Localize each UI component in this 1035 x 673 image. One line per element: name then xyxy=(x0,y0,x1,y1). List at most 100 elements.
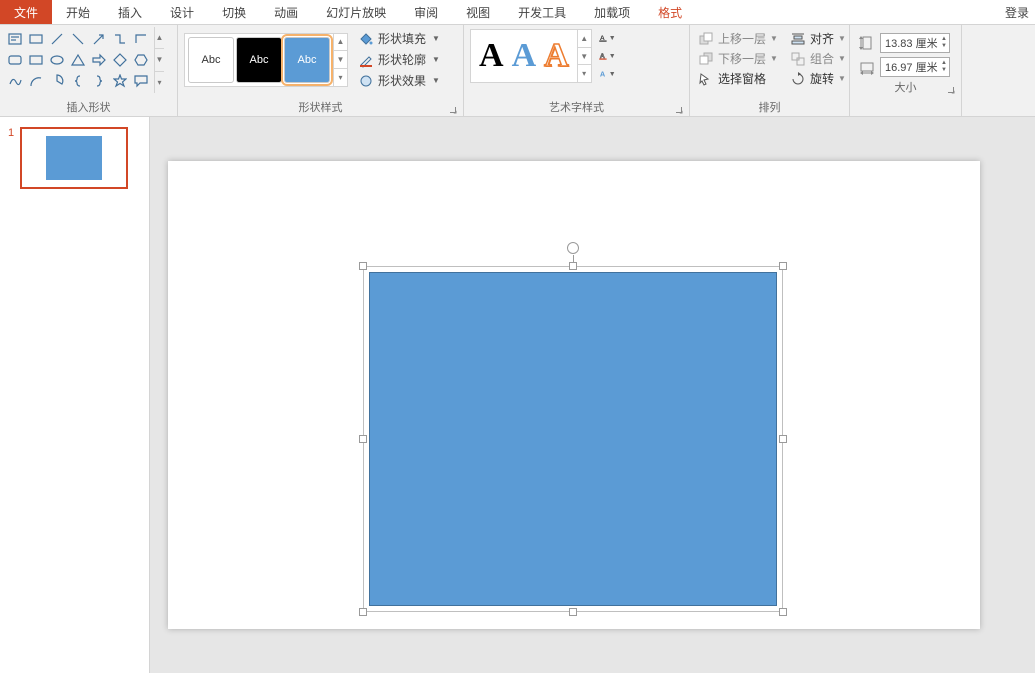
slide-thumbnail-1[interactable]: 1 xyxy=(8,127,141,189)
tab-home[interactable]: 开始 xyxy=(52,0,104,24)
shape-style-2[interactable]: Abc xyxy=(236,37,282,83)
scroll-more-icon[interactable]: ▾ xyxy=(155,72,164,93)
resize-handle-s[interactable] xyxy=(569,608,577,616)
group-wordart-styles: A A A ▲ ▼ ▾ A▼ A▼ A▼ 艺术字样式 xyxy=(464,25,690,116)
shape-height-input[interactable]: 13.83 厘米▲▼ xyxy=(880,33,950,53)
scroll-up-icon[interactable]: ▲ xyxy=(334,34,347,52)
shape-triangle-icon[interactable] xyxy=(68,50,88,70)
group-label-size: 大小 xyxy=(854,77,957,96)
scroll-more-icon[interactable]: ▾ xyxy=(578,65,591,82)
resize-handle-nw[interactable] xyxy=(359,262,367,270)
resize-handle-n[interactable] xyxy=(569,262,577,270)
wordart-style-3[interactable]: A xyxy=(544,37,569,75)
selection-pane-button[interactable]: 选择窗格 xyxy=(694,69,782,88)
slide[interactable] xyxy=(168,161,980,629)
shape-pie-icon[interactable] xyxy=(47,71,67,91)
width-icon xyxy=(858,58,876,76)
tab-slideshow[interactable]: 幻灯片放映 xyxy=(312,0,400,24)
thumb-shape-rect xyxy=(46,136,102,180)
shape-callout-icon[interactable] xyxy=(131,71,151,91)
shapes-gallery-scroll[interactable]: ▲ ▼ ▾ xyxy=(154,27,164,93)
shape-style-gallery[interactable]: Abc Abc Abc xyxy=(184,33,334,87)
shape-rect2-icon[interactable] xyxy=(26,50,46,70)
shape-arrowr-icon[interactable] xyxy=(89,50,109,70)
shape-diamond-icon[interactable] xyxy=(110,50,130,70)
slide-thumbnail-pane[interactable]: 1 xyxy=(0,117,150,673)
tab-transitions[interactable]: 切换 xyxy=(208,0,260,24)
tab-view[interactable]: 视图 xyxy=(452,0,504,24)
shape-line2-icon[interactable] xyxy=(68,29,88,49)
shape-hexagon-icon[interactable] xyxy=(131,50,151,70)
rotate-icon xyxy=(790,71,806,87)
resize-handle-sw[interactable] xyxy=(359,608,367,616)
dialog-launcher-icon[interactable] xyxy=(673,104,683,114)
scroll-more-icon[interactable]: ▾ xyxy=(334,69,347,86)
bring-forward-button[interactable]: 上移一层▼ xyxy=(694,29,782,48)
shape-style-1[interactable]: Abc xyxy=(188,37,234,83)
shape-fill-button[interactable]: 形状填充 ▼ xyxy=(354,29,444,48)
slide-canvas-area[interactable] xyxy=(150,117,1035,673)
shape-arrow-icon[interactable] xyxy=(89,29,109,49)
dialog-launcher-icon[interactable] xyxy=(447,104,457,114)
tab-design[interactable]: 设计 xyxy=(156,0,208,24)
shape-rect-icon[interactable] xyxy=(26,29,46,49)
selected-shape[interactable] xyxy=(363,266,783,612)
scroll-down-icon[interactable]: ▼ xyxy=(578,48,591,66)
shape-outline-button[interactable]: 形状轮廓 ▼ xyxy=(354,50,444,69)
send-backward-icon xyxy=(698,51,714,67)
scroll-up-icon[interactable]: ▲ xyxy=(155,27,164,49)
resize-handle-ne[interactable] xyxy=(779,262,787,270)
dialog-launcher-icon[interactable] xyxy=(945,84,955,94)
align-button[interactable]: 对齐▼ xyxy=(786,29,850,48)
rotate-button[interactable]: 旋转▼ xyxy=(786,69,850,88)
shape-line-icon[interactable] xyxy=(47,29,67,49)
wordart-gallery[interactable]: A A A xyxy=(470,29,578,83)
group-size: 13.83 厘米▲▼ 16.97 厘米▲▼ 大小 xyxy=(850,25,962,116)
effects-icon xyxy=(358,73,374,89)
text-outline-button[interactable]: A▼ xyxy=(598,48,616,64)
shape-brace-icon[interactable] xyxy=(68,71,88,91)
shape-arc-icon[interactable] xyxy=(26,71,46,91)
shape-textbox-icon[interactable] xyxy=(5,29,25,49)
group-button[interactable]: 组合▼ xyxy=(786,49,850,68)
slide-thumbnail-preview[interactable] xyxy=(20,127,128,189)
slide-number: 1 xyxy=(8,127,14,189)
shape-width-input[interactable]: 16.97 厘米▲▼ xyxy=(880,57,950,77)
shapes-gallery[interactable]: ▲ ▼ ▾ xyxy=(4,27,164,93)
shape-style-scroll[interactable]: ▲ ▼ ▾ xyxy=(334,33,348,87)
spinner-icon[interactable]: ▲▼ xyxy=(941,36,947,50)
shape-connector-icon[interactable] xyxy=(110,29,130,49)
text-effects-button[interactable]: A▼ xyxy=(598,66,616,82)
scroll-down-icon[interactable]: ▼ xyxy=(155,49,164,71)
shape-effects-button[interactable]: 形状效果 ▼ xyxy=(354,71,444,90)
tab-file[interactable]: 文件 xyxy=(0,0,52,24)
tab-review[interactable]: 审阅 xyxy=(400,0,452,24)
resize-handle-w[interactable] xyxy=(359,435,367,443)
tab-insert[interactable]: 插入 xyxy=(104,0,156,24)
resize-handle-e[interactable] xyxy=(779,435,787,443)
shape-style-3[interactable]: Abc xyxy=(284,37,330,83)
wordart-style-2[interactable]: A xyxy=(512,37,537,75)
tab-addins[interactable]: 加载项 xyxy=(580,0,644,24)
tab-format[interactable]: 格式 xyxy=(644,0,696,24)
tab-animations[interactable]: 动画 xyxy=(260,0,312,24)
scroll-up-icon[interactable]: ▲ xyxy=(578,30,591,48)
shape-curve-icon[interactable] xyxy=(5,71,25,91)
tab-developer[interactable]: 开发工具 xyxy=(504,0,580,24)
shape-ellipse-icon[interactable] xyxy=(47,50,67,70)
sign-in-link[interactable]: 登录 xyxy=(1005,4,1029,21)
resize-handle-se[interactable] xyxy=(779,608,787,616)
rotate-handle[interactable] xyxy=(567,242,579,254)
rectangle-shape[interactable] xyxy=(369,272,777,606)
text-fill-button[interactable]: A▼ xyxy=(598,30,616,46)
shape-star-icon[interactable] xyxy=(110,71,130,91)
shape-elbow-icon[interactable] xyxy=(131,29,151,49)
wordart-scroll[interactable]: ▲ ▼ ▾ xyxy=(578,29,592,83)
shape-fill-label: 形状填充 xyxy=(378,30,426,47)
wordart-style-1[interactable]: A xyxy=(479,37,504,75)
spinner-icon[interactable]: ▲▼ xyxy=(941,60,947,74)
shape-roundrect-icon[interactable] xyxy=(5,50,25,70)
send-backward-button[interactable]: 下移一层▼ xyxy=(694,49,782,68)
shape-brace2-icon[interactable] xyxy=(89,71,109,91)
scroll-down-icon[interactable]: ▼ xyxy=(334,51,347,69)
